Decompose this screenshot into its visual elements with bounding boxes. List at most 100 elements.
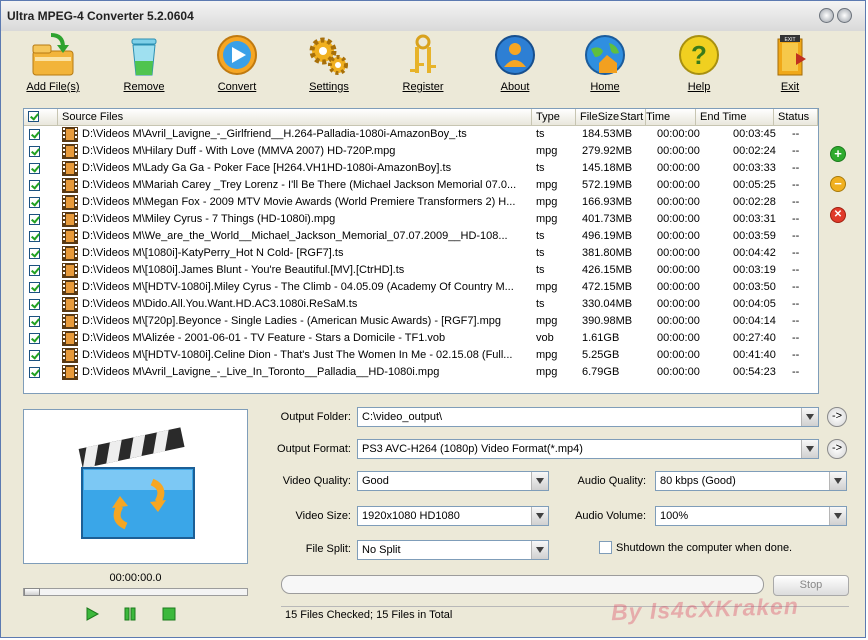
add-files-button[interactable]: Add File(s) xyxy=(17,33,89,93)
film-strip-icon xyxy=(62,263,78,278)
output-folder-combo[interactable]: C:\video_output\ xyxy=(357,407,819,427)
table-row[interactable]: D:\Videos M\Hilary Duff - With Love (MMV… xyxy=(24,143,818,160)
header-check-cell[interactable] xyxy=(24,109,58,125)
play-button[interactable] xyxy=(84,606,100,622)
row-checkbox[interactable] xyxy=(29,299,40,310)
home-button[interactable]: Home xyxy=(569,33,641,93)
about-button[interactable]: About xyxy=(479,33,551,93)
audio-volume-combo[interactable]: 100% xyxy=(655,506,847,526)
row-checkbox[interactable] xyxy=(29,350,40,361)
table-row[interactable]: D:\Videos M\Alizée - 2001-06-01 - TV Fea… xyxy=(24,330,818,347)
film-strip-icon xyxy=(62,229,78,244)
cell-filesize: 390.98MB xyxy=(582,315,633,327)
settings-button[interactable]: Settings xyxy=(293,33,365,93)
row-checkbox[interactable] xyxy=(29,265,40,276)
table-row[interactable]: D:\Videos M\Megan Fox - 2009 MTV Movie A… xyxy=(24,194,818,211)
cell-status: -- xyxy=(792,281,800,293)
pause-icon xyxy=(124,607,136,621)
row-checkbox[interactable] xyxy=(29,316,40,327)
table-row[interactable]: D:\Videos M\Lady Ga Ga - Poker Face [H26… xyxy=(24,160,818,177)
col-status[interactable]: Status xyxy=(774,109,818,125)
row-checkbox[interactable] xyxy=(29,180,40,191)
film-strip-icon xyxy=(62,161,78,176)
chevron-down-icon[interactable] xyxy=(531,541,548,559)
stop-playback-button[interactable] xyxy=(161,606,177,622)
cell-source-file: D:\Videos M\We_are_the_World__Michael_Ja… xyxy=(82,230,508,242)
film-strip-icon xyxy=(62,246,78,261)
remove-item-button[interactable]: − xyxy=(830,176,846,192)
table-row[interactable]: D:\Videos M\[HDTV-1080i].Miley Cyrus - T… xyxy=(24,279,818,296)
row-checkbox[interactable] xyxy=(29,248,40,259)
audio-quality-combo[interactable]: 80 kbps (Good) xyxy=(655,471,847,491)
table-row[interactable]: D:\Videos M\[720p].Beyonce - Single Ladi… xyxy=(24,313,818,330)
row-checkbox[interactable] xyxy=(29,282,40,293)
video-size-label: Video Size: xyxy=(295,510,351,522)
row-checkbox[interactable] xyxy=(29,146,40,157)
file-list[interactable]: Source Files Type FileSize Start Time En… xyxy=(23,108,819,394)
play-convert-icon xyxy=(217,35,257,75)
col-type[interactable]: Type xyxy=(532,109,576,125)
exit-button[interactable]: EXIT Exit xyxy=(754,33,826,93)
select-all-checkbox[interactable] xyxy=(28,111,39,122)
browse-folder-button[interactable]: -> xyxy=(827,407,847,427)
cell-status: -- xyxy=(792,128,800,140)
cell-filesize: 279.92MB xyxy=(582,145,633,157)
output-folder-label: Output Folder: xyxy=(280,411,351,423)
row-checkbox[interactable] xyxy=(29,163,40,174)
seek-slider[interactable] xyxy=(23,588,248,596)
row-checkbox[interactable] xyxy=(29,129,40,140)
chevron-down-icon[interactable] xyxy=(801,440,818,458)
file-split-combo[interactable]: No Split xyxy=(357,540,549,560)
video-quality-combo[interactable]: Good xyxy=(357,471,549,491)
col-start-time[interactable]: Start Time xyxy=(616,109,696,125)
table-row[interactable]: D:\Videos M\Miley Cyrus - 7 Things (HD-1… xyxy=(24,211,818,228)
film-strip-icon xyxy=(62,212,78,227)
remove-button[interactable]: Remove xyxy=(108,33,180,93)
cell-end-time: 00:03:19 xyxy=(733,264,776,276)
register-button[interactable]: Register xyxy=(387,33,459,93)
seek-handle[interactable] xyxy=(24,588,40,596)
table-row[interactable]: D:\Videos M\[1080i].James Blunt - You're… xyxy=(24,262,818,279)
chevron-down-icon[interactable] xyxy=(829,472,846,490)
cell-start-time: 00:00:00 xyxy=(657,128,700,140)
clear-items-button[interactable]: ✕ xyxy=(830,207,846,223)
cell-filesize: 472.15MB xyxy=(582,281,633,293)
minimize-button[interactable] xyxy=(819,8,834,23)
convert-button[interactable]: Convert xyxy=(201,33,273,93)
table-row[interactable]: D:\Videos M\Dido.All.You.Want.HD.AC3.108… xyxy=(24,296,818,313)
status-text: 15 Files Checked; 15 Files in Total xyxy=(285,609,453,621)
close-button[interactable] xyxy=(837,8,852,23)
title-bar[interactable]: Ultra MPEG-4 Converter 5.2.0604 xyxy=(1,1,865,32)
row-checkbox[interactable] xyxy=(29,197,40,208)
help-button[interactable]: ? Help xyxy=(663,33,735,93)
chevron-down-icon[interactable] xyxy=(801,408,818,426)
trash-icon xyxy=(131,38,157,76)
table-row[interactable]: D:\Videos M\Avril_Lavigne_-_Girlfriend__… xyxy=(24,126,818,143)
format-next-button[interactable]: -> xyxy=(827,439,847,459)
table-row[interactable]: D:\Videos M\[HDTV-1080i].Celine Dion - T… xyxy=(24,347,818,364)
col-source-files[interactable]: Source Files xyxy=(58,109,532,125)
table-row[interactable]: D:\Videos M\[1080i]-KatyPerry_Hot N Cold… xyxy=(24,245,818,262)
pause-button[interactable] xyxy=(122,606,138,622)
row-checkbox[interactable] xyxy=(29,231,40,242)
video-size-combo[interactable]: 1920x1080 HD1080 xyxy=(357,506,549,526)
cell-type: ts xyxy=(536,264,545,276)
cell-source-file: D:\Videos M\[HDTV-1080i].Miley Cyrus - T… xyxy=(82,281,514,293)
col-end-time[interactable]: End Time xyxy=(696,109,774,125)
table-row[interactable]: D:\Videos M\Avril_Lavigne_-_Live_In_Toro… xyxy=(24,364,818,381)
output-format-combo[interactable]: PS3 AVC-H264 (1080p) Video Format(*.mp4) xyxy=(357,439,819,459)
table-row[interactable]: D:\Videos M\We_are_the_World__Michael_Ja… xyxy=(24,228,818,245)
chevron-down-icon[interactable] xyxy=(829,507,846,525)
cell-filesize: 6.79GB xyxy=(582,366,620,378)
row-checkbox[interactable] xyxy=(29,214,40,225)
table-row[interactable]: D:\Videos M\Mariah Carey _Trey Lorenz - … xyxy=(24,177,818,194)
row-checkbox[interactable] xyxy=(29,333,40,344)
cell-end-time: 00:03:59 xyxy=(733,230,776,242)
cell-start-time: 00:00:00 xyxy=(657,196,700,208)
cell-filesize: 426.15MB xyxy=(582,264,633,276)
shutdown-checkbox[interactable] xyxy=(599,541,612,554)
row-checkbox[interactable] xyxy=(29,367,40,378)
add-item-button[interactable]: + xyxy=(830,146,846,162)
cell-source-file: D:\Videos M\Dido.All.You.Want.HD.AC3.108… xyxy=(82,298,358,310)
shutdown-label[interactable]: Shutdown the computer when done. xyxy=(616,542,792,554)
